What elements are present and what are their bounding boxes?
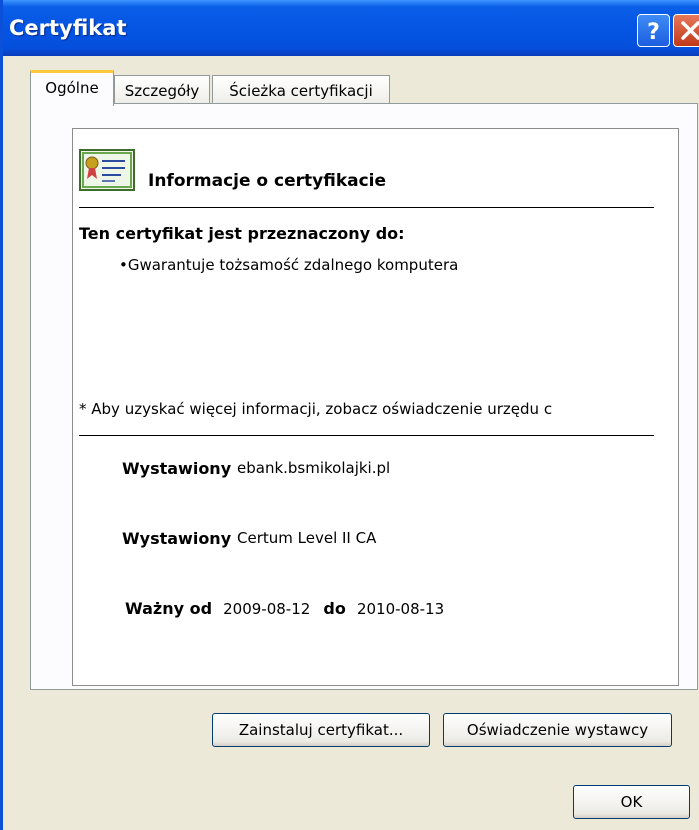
issuer-statement-button[interactable]: Oświadczenie wystawcy — [443, 713, 672, 747]
ok-button[interactable]: OK — [573, 785, 690, 819]
close-icon — [681, 21, 699, 40]
issued-by-value: Certum Level II CA — [237, 529, 377, 547]
certificate-icon — [79, 149, 135, 191]
help-icon: ? — [647, 20, 660, 45]
title-bar[interactable]: Certyfikat ? — [3, 0, 699, 56]
valid-from-value: 2009-08-12 — [223, 600, 311, 618]
valid-from-label: Ważny od — [125, 599, 213, 618]
svg-text:?: ? — [647, 20, 660, 45]
issued-by-label: Wystawiony przez: — [122, 529, 237, 548]
validity-row: Ważny od 2009-08-12 do 2010-08-13 — [125, 599, 444, 618]
issued-to-value: ebank.bsmikolajki.pl — [237, 459, 391, 477]
tab-general[interactable]: Ogólne — [30, 70, 114, 106]
divider-top — [79, 207, 654, 208]
valid-to-value: 2010-08-13 — [356, 600, 445, 618]
valid-to-label: do — [323, 599, 346, 618]
window-title: Certyfikat — [9, 16, 127, 40]
close-button[interactable] — [673, 14, 699, 47]
divider-bottom — [79, 435, 654, 436]
purpose-item: •Gwarantuje tożsamość zdalnego komputera — [119, 256, 459, 274]
issued-to-label: Wystawiony dla: — [122, 459, 237, 478]
issuer-statement-note: * Aby uzyskać więcej informacji, zobacz … — [79, 400, 553, 418]
certificate-dialog: Certyfikat ? Ogólne Szczegóły Ścieżka ce… — [0, 0, 699, 830]
certificate-info-title: Informacje o certyfikacie — [148, 171, 387, 191]
install-certificate-button[interactable]: Zainstaluj certyfikat... — [212, 713, 430, 747]
purpose-heading: Ten certyfikat jest przeznaczony do: — [79, 224, 405, 243]
help-button[interactable]: ? — [637, 14, 670, 47]
